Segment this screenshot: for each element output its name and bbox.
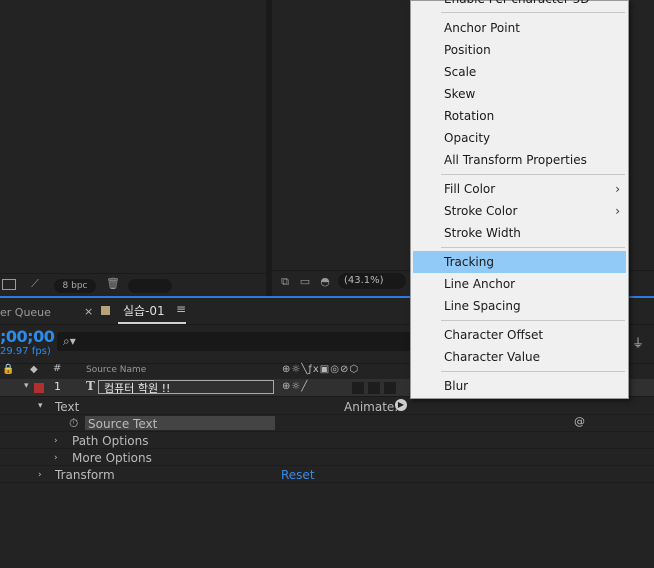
search-icon[interactable]: ⌕▾ [63,334,76,349]
tab-composition[interactable]: 실습-01 [123,302,165,319]
stroke-color-label: Stroke Color [444,204,518,218]
composition-swatch-icon [101,306,110,315]
transform-twirl-icon[interactable]: › [38,470,42,480]
menu-item-stroke-color[interactable]: Stroke Color › [411,200,628,222]
project-toolbar: ⟋ 8 bpc 🗑 [0,273,266,296]
project-panel [0,0,266,296]
lock-icon: 🔒 [2,364,15,375]
path-options-label[interactable]: Path Options [72,434,148,448]
flowchart-icon[interactable] [2,279,16,290]
source-name-header[interactable]: Source Name [86,365,146,375]
graph-editor-icon[interactable]: ⏚ [632,334,644,351]
transform-label[interactable]: Transform [55,468,115,482]
tab-close-icon[interactable]: × [84,305,93,318]
interpret-footage-icon[interactable]: ⟋ [28,278,42,290]
layer-twirl-down-icon[interactable]: ▾ [24,381,29,391]
animate-context-menu: Enable Per-character 3D Anchor Point Pos… [410,0,629,399]
layer-label-color[interactable] [34,383,44,393]
layer-search-input[interactable] [57,332,417,351]
menu-separator [441,320,625,321]
switches-header-icons: ⊕☼╲ƒx▣◎⊘⬡ [282,364,360,375]
menu-item-blur[interactable]: Blur [411,375,628,397]
zoom-dropdown[interactable]: (43.1%) [338,273,406,289]
menu-separator [441,12,625,13]
stopwatch-icon[interactable]: ⏱ [69,416,78,431]
always-preview-icon[interactable]: ⧉ [278,276,292,288]
menu-item-line-anchor[interactable]: Line Anchor [411,273,628,295]
fill-color-label: Fill Color [444,182,496,196]
text-layer-icon: T [86,379,95,393]
source-text-label[interactable]: Source Text [88,417,157,431]
property-row-text [0,397,654,415]
more-options-twirl-icon[interactable]: › [54,453,58,463]
text-twirl-down-icon[interactable]: ▾ [38,401,43,411]
menu-item-fill-color[interactable]: Fill Color › [411,178,628,200]
animate-label: Animate: [344,400,399,414]
menu-item-per-character-3d[interactable]: Enable Per-character 3D [411,0,628,10]
menu-separator [441,247,625,248]
menu-item-position[interactable]: Position [411,39,628,61]
switch-cell[interactable] [352,382,364,394]
bit-depth-button[interactable]: 8 bpc [54,279,96,293]
menu-item-line-spacing[interactable]: Line Spacing [411,295,628,317]
text-property-label: Text [55,400,80,414]
menu-item-skew[interactable]: Skew [411,83,628,105]
trash-icon[interactable]: 🗑 [106,278,120,290]
mask-visibility-icon[interactable]: ◓ [318,276,332,288]
tab-render-queue[interactable]: er Queue [0,306,51,319]
layer-number-header-icon: # [53,363,62,374]
label-icon: ◆ [30,364,38,375]
animate-menu-button[interactable]: ▶ [395,399,407,411]
tab-menu-icon[interactable]: ≡ [176,302,186,316]
submenu-arrow-icon: › [615,204,620,218]
menu-item-scale[interactable]: Scale [411,61,628,83]
menu-item-opacity[interactable]: Opacity [411,127,628,149]
menu-separator [441,174,625,175]
expression-pickwhip-icon[interactable]: @ [574,415,585,428]
frame-rate-label: 29.97 fps) [0,346,51,357]
layer-number: 1 [54,380,61,393]
switch-cell[interactable] [384,382,396,394]
layer-switches-icons[interactable]: ⊕☼╱ [282,381,308,392]
menu-separator [441,371,625,372]
menu-item-stroke-width[interactable]: Stroke Width [411,222,628,244]
active-tab-indicator [118,322,186,324]
layer-name[interactable]: 컴퓨터 학원 !! [104,380,170,396]
project-search-pill[interactable] [128,279,172,293]
reset-link[interactable]: Reset [281,468,315,482]
more-options-label[interactable]: More Options [72,451,152,465]
menu-item-rotation[interactable]: Rotation [411,105,628,127]
menu-item-character-offset[interactable]: Character Offset [411,324,628,346]
menu-item-anchor-point[interactable]: Anchor Point [411,17,628,39]
monitor-icon[interactable]: ▭ [298,276,312,288]
current-time-display[interactable]: ;00;00 [0,327,55,346]
submenu-arrow-icon: › [615,182,620,196]
menu-item-character-value[interactable]: Character Value [411,346,628,368]
path-options-twirl-icon[interactable]: › [54,436,58,446]
menu-item-all-transform[interactable]: All Transform Properties [411,149,628,171]
switch-cell[interactable] [368,382,380,394]
menu-item-tracking[interactable]: Tracking [413,251,626,273]
